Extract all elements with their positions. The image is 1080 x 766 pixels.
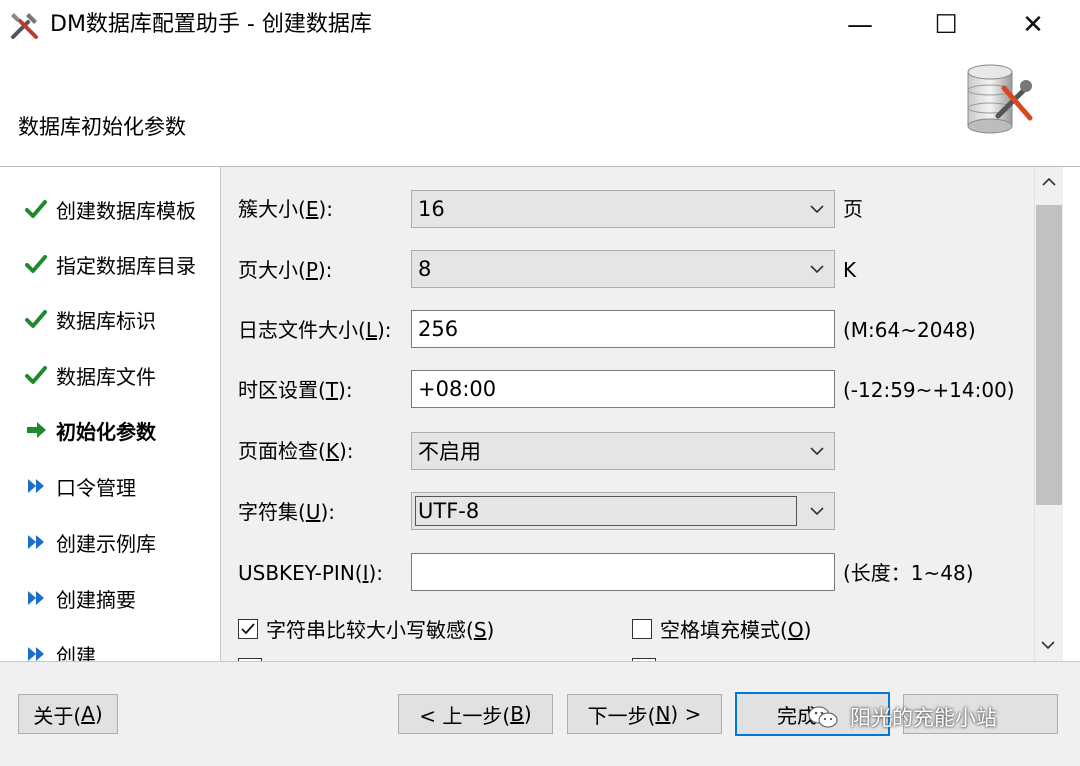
step-label: 初始化参数 xyxy=(56,419,156,444)
double-arrow-icon xyxy=(28,591,44,605)
extent-size-select[interactable]: 16 xyxy=(411,190,835,228)
steps-sidebar: 创建数据库模板 指定数据库目录 数据库标识 数据库文件 初始化参数 口令管理 创… xyxy=(0,167,221,661)
step-item-directory: 指定数据库目录 xyxy=(24,249,196,279)
usbkey-pin-input[interactable] xyxy=(411,553,835,591)
scroll-down-icon[interactable] xyxy=(1034,630,1062,660)
double-arrow-icon xyxy=(28,479,44,493)
extent-size-unit: 页 xyxy=(843,197,863,221)
charset-label: 字符集(U): xyxy=(238,500,335,524)
page-check-select[interactable]: 不启用 xyxy=(411,432,835,470)
check-icon xyxy=(25,200,47,218)
scrollbar-thumb[interactable] xyxy=(1036,205,1062,505)
blank-pad-checkbox[interactable]: 空格填充模式(O) xyxy=(632,614,811,643)
check-icon xyxy=(25,366,47,384)
chevron-down-icon xyxy=(800,204,834,214)
minimize-icon: — xyxy=(847,10,873,40)
step-label: 创建 xyxy=(56,643,96,662)
step-label: 创建示例库 xyxy=(56,531,156,556)
step-label: 口令管理 xyxy=(56,475,136,500)
step-item-init-params: 初始化参数 xyxy=(24,415,156,445)
step-item-identity: 数据库标识 xyxy=(24,304,156,334)
step-label: 数据库标识 xyxy=(56,308,156,333)
prev-button[interactable]: < 上一步(B) xyxy=(398,694,553,734)
page-check-value: 不启用 xyxy=(418,440,481,464)
charset-focus-box: UTF-8 xyxy=(415,496,797,526)
step-item-create: 创建 xyxy=(24,639,96,661)
case-sensitive-label: 字符串比较大小写敏感(S) xyxy=(266,618,495,642)
about-button[interactable]: 关于(A) xyxy=(18,694,118,734)
step-item-files: 数据库文件 xyxy=(24,360,156,390)
close-button[interactable]: ✕ xyxy=(1003,0,1063,50)
maximize-icon: ☐ xyxy=(934,10,958,40)
tools-icon xyxy=(11,13,38,39)
extent-size-label: 簇大小(E): xyxy=(238,197,333,221)
page-check-label: 页面检查(K): xyxy=(238,439,354,463)
chevron-down-icon xyxy=(800,506,834,516)
wechat-icon xyxy=(808,706,838,728)
watermark-text: 阳光的充能小站 xyxy=(850,706,997,730)
watermark: 阳光的充能小站 xyxy=(808,700,997,734)
charset-value: UTF-8 xyxy=(418,499,480,523)
step-item-password: 口令管理 xyxy=(24,471,136,501)
time-zone-label: 时区设置(T): xyxy=(238,378,353,402)
step-item-template: 创建数据库模板 xyxy=(24,194,196,224)
step-label: 指定数据库目录 xyxy=(56,253,196,278)
check-icon xyxy=(25,255,47,273)
usbkey-pin-label: USBKEY-PIN(I): xyxy=(238,561,384,585)
checkbox-empty-icon xyxy=(632,618,652,639)
database-tools-icon xyxy=(967,64,1033,134)
log-size-label: 日志文件大小(L): xyxy=(238,318,392,342)
case-sensitive-checkbox[interactable]: 字符串比较大小写敏感(S) xyxy=(238,614,494,643)
minimize-button[interactable]: — xyxy=(830,0,890,50)
check-icon xyxy=(25,310,47,328)
step-item-summary: 创建摘要 xyxy=(24,583,136,613)
double-arrow-icon xyxy=(28,647,44,661)
blank-pad-label: 空格填充模式(O) xyxy=(660,618,812,642)
log-size-hint: (M:64~2048) xyxy=(843,318,976,342)
maximize-button[interactable]: ☐ xyxy=(916,0,976,50)
wizard-header xyxy=(0,50,1080,167)
step-label: 创建数据库模板 xyxy=(56,198,196,223)
usbkey-pin-hint: (长度：1~48) xyxy=(843,561,974,585)
step-item-sample-db: 创建示例库 xyxy=(24,527,156,557)
log-size-input[interactable]: 256 xyxy=(411,310,835,348)
chevron-down-icon xyxy=(800,446,834,456)
window-title: DM数据库配置助手 - 创建数据库 xyxy=(50,12,372,37)
close-icon: ✕ xyxy=(1022,10,1044,40)
page-size-value: 8 xyxy=(418,257,432,281)
double-arrow-icon xyxy=(28,535,44,549)
step-label: 创建摘要 xyxy=(56,587,136,612)
next-button[interactable]: 下一步(N) > xyxy=(567,694,722,734)
scroll-up-icon[interactable] xyxy=(1035,167,1063,197)
time-zone-input[interactable]: +08:00 xyxy=(411,370,835,408)
page-size-unit: K xyxy=(843,258,857,282)
page-title: 数据库初始化参数 xyxy=(18,115,186,139)
page-size-select[interactable]: 8 xyxy=(411,250,835,288)
page-size-label: 页大小(P): xyxy=(238,258,333,282)
step-label: 数据库文件 xyxy=(56,364,156,389)
checkbox-checked-icon xyxy=(238,618,258,639)
extent-size-value: 16 xyxy=(418,197,445,221)
arrow-right-icon xyxy=(27,422,46,438)
time-zone-hint: (-12:59~+14:00) xyxy=(843,378,1015,402)
chevron-down-icon xyxy=(800,264,834,274)
charset-select[interactable]: UTF-8 xyxy=(411,492,835,530)
